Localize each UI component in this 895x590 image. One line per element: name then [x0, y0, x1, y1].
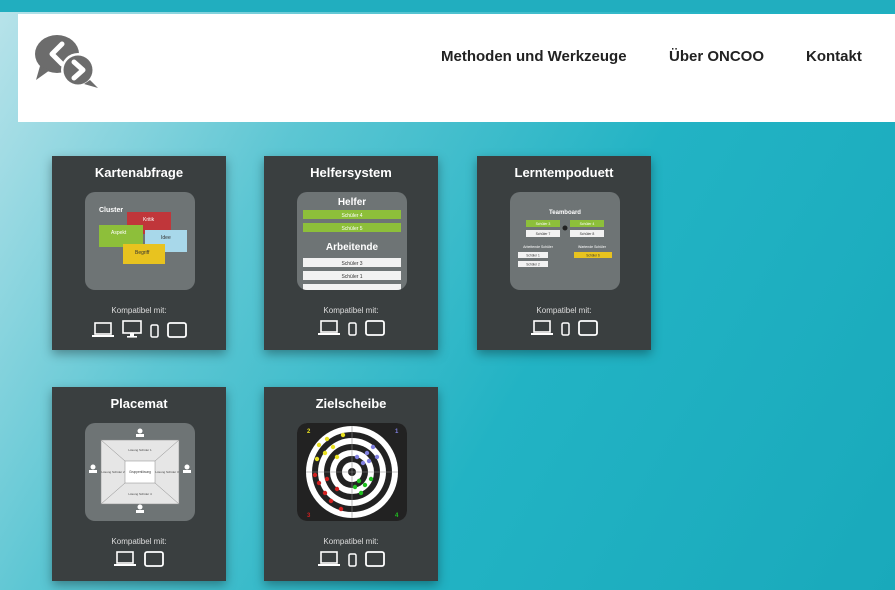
card-title: Zielscheibe: [315, 396, 387, 411]
header: Methoden und Werkzeuge Über ONCOO Kontak…: [18, 14, 895, 122]
kartenabfrage-preview: Cluster Kritik Aspekt Idee Begriff: [85, 192, 195, 290]
card-idee-label: Idee: [161, 235, 171, 241]
placemat-left-label: Lösung Schüler 2: [101, 470, 125, 474]
phone-icon: [560, 322, 570, 336]
placemat-center-label: Gruppenlösung: [129, 470, 151, 474]
team-user-icon: [562, 225, 568, 231]
desktop-icon: [121, 320, 142, 338]
placemat-bottom-label: Lösung Schüler 4: [128, 492, 152, 496]
card-kritik-label: Kritik: [143, 217, 155, 223]
placemat-top-label: Lösung Schüler 1: [128, 448, 152, 452]
tablet-icon: [364, 551, 385, 567]
arbeitende-row: [303, 284, 401, 290]
kartenabfrage-preview-graphic: Cluster Kritik Aspekt Idee Begriff: [99, 207, 187, 264]
user-icon: [136, 434, 144, 437]
compat-label: Kompatibel mit:: [536, 306, 592, 315]
phone-icon: [347, 553, 357, 567]
card-aspekt-label: Aspekt: [111, 230, 127, 236]
helfer-row-label: Schüler 4: [341, 213, 362, 219]
card-title: Helfersystem: [310, 165, 392, 180]
nav-ueber-oncoo[interactable]: Über ONCOO: [669, 48, 764, 65]
card-kartenabfrage[interactable]: Kartenabfrage Cluster Kritik Aspekt Idee…: [52, 156, 226, 350]
nav-methoden-und-werkzeuge[interactable]: Methoden und Werkzeuge: [441, 48, 627, 65]
card-aspekt: [99, 225, 143, 247]
arbeitende-slot-label: Schüler 1: [526, 254, 540, 258]
device-icons: [264, 320, 438, 336]
phone-icon: [149, 324, 159, 338]
user-icon: [137, 504, 143, 510]
zielscheibe-preview-graphic: 2 1 3 4: [297, 423, 407, 521]
wartende-slot-label: Schüler 6: [586, 254, 600, 258]
arbeitende-heading: Arbeitende: [326, 242, 379, 253]
laptop-icon: [317, 551, 340, 566]
card-lerntempoduett[interactable]: Lerntempoduett Teamboard Schüler 3 Schül…: [477, 156, 651, 350]
card-helfersystem[interactable]: Helfersystem Helfer Schüler 4 Schüler 5 …: [264, 156, 438, 350]
laptop-icon: [91, 322, 114, 337]
compat-label: Kompatibel mit:: [111, 306, 167, 315]
laptop-icon: [317, 320, 340, 335]
cluster-label: Cluster: [99, 207, 123, 214]
lerntempoduett-preview-graphic: Teamboard Schüler 3 Schüler 4 Schüler 7 …: [518, 210, 612, 267]
device-icons: [477, 320, 651, 336]
zielscheibe-preview: 2 1 3 4: [297, 423, 407, 521]
wartende-heading: Wartende Schüler: [578, 245, 607, 249]
tablet-icon: [577, 320, 598, 336]
lerntempoduett-preview: Teamboard Schüler 3 Schüler 4 Schüler 7 …: [510, 192, 620, 290]
team-slot-label: Schüler 7: [536, 232, 551, 236]
tablet-icon: [144, 551, 164, 567]
teamboard-heading: Teamboard: [549, 210, 581, 216]
arbeitende-heading: Arbeitende Schüler: [523, 245, 554, 249]
helfersystem-preview: Helfer Schüler 4 Schüler 5 Arbeitende Sc…: [297, 192, 407, 290]
helfer-heading: Helfer: [338, 197, 366, 208]
user-icon: [90, 464, 96, 470]
tablet-icon: [166, 322, 187, 338]
card-placemat[interactable]: Placemat Gruppenlösung Lösung Schüler 1 …: [52, 387, 226, 581]
placemat-preview-graphic: Gruppenlösung Lösung Schüler 1 Lösung Sc…: [89, 428, 191, 513]
card-begriff-label: Begriff: [135, 250, 150, 256]
device-icons: [52, 551, 226, 567]
user-icon: [89, 470, 97, 473]
team-slot-label: Schüler 8: [580, 232, 595, 236]
arbeitende-row-label: Schüler 1: [341, 274, 362, 280]
device-icons: [52, 320, 226, 338]
user-icon: [184, 464, 190, 470]
card-zielscheibe[interactable]: Zielscheibe 2 1 3 4 Kompatibel mit:: [264, 387, 438, 581]
card-title: Lerntempoduett: [514, 165, 614, 180]
arbeitende-row-label: Schüler 3: [341, 261, 362, 267]
phone-icon: [347, 322, 357, 336]
user-icon: [136, 510, 144, 513]
helfer-row-label: Schüler 5: [341, 226, 362, 232]
tablet-icon: [364, 320, 385, 336]
arbeitende-slot-label: Schüler 2: [526, 263, 540, 267]
user-icon: [183, 470, 191, 473]
oncoo-logo[interactable]: [32, 30, 102, 90]
nav-kontakt[interactable]: Kontakt: [806, 48, 862, 65]
team-slot-label: Schüler 4: [580, 222, 595, 226]
top-accent-bar: [0, 0, 895, 12]
laptop-icon: [114, 551, 136, 566]
card-title: Placemat: [110, 396, 168, 411]
helfersystem-preview-graphic: Helfer Schüler 4 Schüler 5 Arbeitende Sc…: [303, 197, 401, 290]
team-slot-label: Schüler 3: [536, 222, 551, 226]
compat-label: Kompatibel mit:: [323, 306, 379, 315]
compat-label: Kompatibel mit:: [323, 537, 379, 546]
user-icon: [137, 428, 143, 434]
card-title: Kartenabfrage: [94, 165, 184, 180]
device-icons: [264, 551, 438, 567]
laptop-icon: [530, 320, 553, 335]
compat-label: Kompatibel mit:: [111, 537, 167, 546]
placemat-preview: Gruppenlösung Lösung Schüler 1 Lösung Sc…: [85, 423, 195, 521]
placemat-right-label: Lösung Schüler 3: [155, 470, 179, 474]
